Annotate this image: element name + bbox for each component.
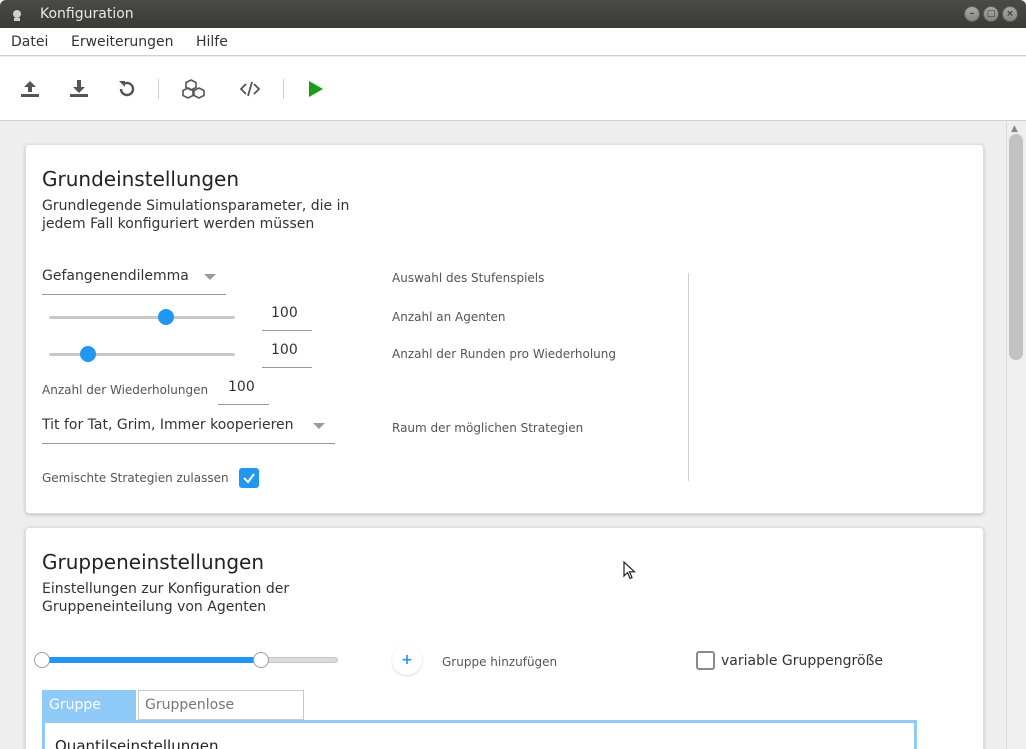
chevron-down-icon xyxy=(313,423,325,429)
agents-slider[interactable] xyxy=(49,316,235,319)
agents-label: Anzahl an Agenten xyxy=(392,310,506,324)
strategies-label: Raum der möglichen Strategien xyxy=(392,421,584,435)
download-icon[interactable] xyxy=(67,77,91,101)
menu-bar: Datei Erweiterungen Hilfe xyxy=(0,28,1026,56)
game-select[interactable]: Gefangenendilemma xyxy=(42,262,226,295)
app-icon xyxy=(13,10,21,21)
repetitions-value: 100 xyxy=(228,379,255,395)
toolbar-separator xyxy=(158,79,159,99)
variable-group-size-checkbox[interactable] xyxy=(696,651,715,670)
minimize-button[interactable]: – xyxy=(964,6,980,22)
agents-field[interactable]: 100 xyxy=(262,301,312,331)
group-range-fill xyxy=(42,657,262,663)
game-select-label: Auswahl des Stufenspiels xyxy=(392,271,545,285)
reset-icon[interactable] xyxy=(115,77,139,101)
rounds-slider[interactable] xyxy=(49,353,235,356)
code-icon[interactable] xyxy=(238,77,262,101)
scroll-up-icon[interactable]: ▲ xyxy=(1011,124,1018,134)
chevron-down-icon xyxy=(204,274,216,280)
tab-gruppenlose-agenten[interactable]: Gruppenlose Agenten xyxy=(138,690,304,741)
basic-settings-title: Grundeinstellungen xyxy=(42,167,240,191)
rounds-label: Anzahl der Runden pro Wiederholung xyxy=(392,347,616,361)
add-group-label: Gruppe hinzufügen xyxy=(442,655,558,669)
group-settings-description: Einstellungen zur Konfiguration der Grup… xyxy=(42,581,290,615)
rounds-value: 100 xyxy=(271,342,298,358)
basic-settings-description: Grundlegende Simulationsparameter, die i… xyxy=(42,198,350,232)
game-select-value: Gefangenendilemma xyxy=(42,268,189,284)
window-controls: – □ × xyxy=(964,6,1018,22)
quantile-settings-panel: Quantilseinstellungen xyxy=(42,720,917,749)
mouse-cursor-icon xyxy=(623,561,637,580)
group-settings-card: Gruppeneinstellungen Einstellungen zur K… xyxy=(25,527,984,749)
rounds-slider-thumb[interactable] xyxy=(80,346,97,362)
add-group-button[interactable]: + xyxy=(392,645,422,675)
variable-group-size-label: variable Gruppengröße xyxy=(721,653,883,669)
content-area: Grundeinstellungen Grundlegende Simulati… xyxy=(0,122,1006,749)
menu-erweiterungen[interactable]: Erweiterungen xyxy=(71,34,174,50)
maximize-button[interactable]: □ xyxy=(983,6,999,22)
modules-icon[interactable] xyxy=(182,77,208,101)
mixed-strategies-checkbox[interactable] xyxy=(239,468,259,488)
upload-icon[interactable] xyxy=(18,77,42,101)
basic-settings-card: Grundeinstellungen Grundlegende Simulati… xyxy=(25,144,984,514)
agents-value: 100 xyxy=(271,305,298,321)
strategies-select[interactable]: Tit for Tat, Grim, Immer kooperieren xyxy=(42,411,335,444)
agents-slider-thumb[interactable] xyxy=(158,309,175,325)
rounds-field[interactable]: 100 xyxy=(262,338,312,368)
checkmark-icon xyxy=(243,473,255,484)
window-title: Konfiguration xyxy=(40,6,134,22)
strategies-select-value: Tit for Tat, Grim, Immer kooperieren xyxy=(42,417,294,433)
repetitions-label: Anzahl der Wiederholungen xyxy=(42,383,209,397)
mixed-strategies-label: Gemischte Strategien zulassen xyxy=(42,471,229,485)
menu-hilfe[interactable]: Hilfe xyxy=(196,34,228,50)
vertical-scrollbar[interactable]: ▲ xyxy=(1006,122,1026,749)
group-settings-title: Gruppeneinstellungen xyxy=(42,550,265,574)
scrollbar-thumb[interactable] xyxy=(1009,134,1023,360)
group-range-high-thumb[interactable] xyxy=(253,652,270,668)
repetitions-field[interactable]: 100 xyxy=(218,375,269,405)
tab-gruppe-1[interactable]: Gruppe 1× xyxy=(42,690,136,741)
group-range-low-thumb[interactable] xyxy=(34,652,50,668)
section-divider xyxy=(688,273,689,481)
title-bar: Konfiguration – □ × xyxy=(0,0,1026,28)
menu-datei[interactable]: Datei xyxy=(11,34,48,50)
quantile-settings-label: Quantilseinstellungen xyxy=(55,737,219,749)
close-button[interactable]: × xyxy=(1002,6,1018,22)
toolbar xyxy=(0,57,1026,121)
run-icon[interactable] xyxy=(303,77,327,101)
toolbar-separator xyxy=(283,79,284,99)
